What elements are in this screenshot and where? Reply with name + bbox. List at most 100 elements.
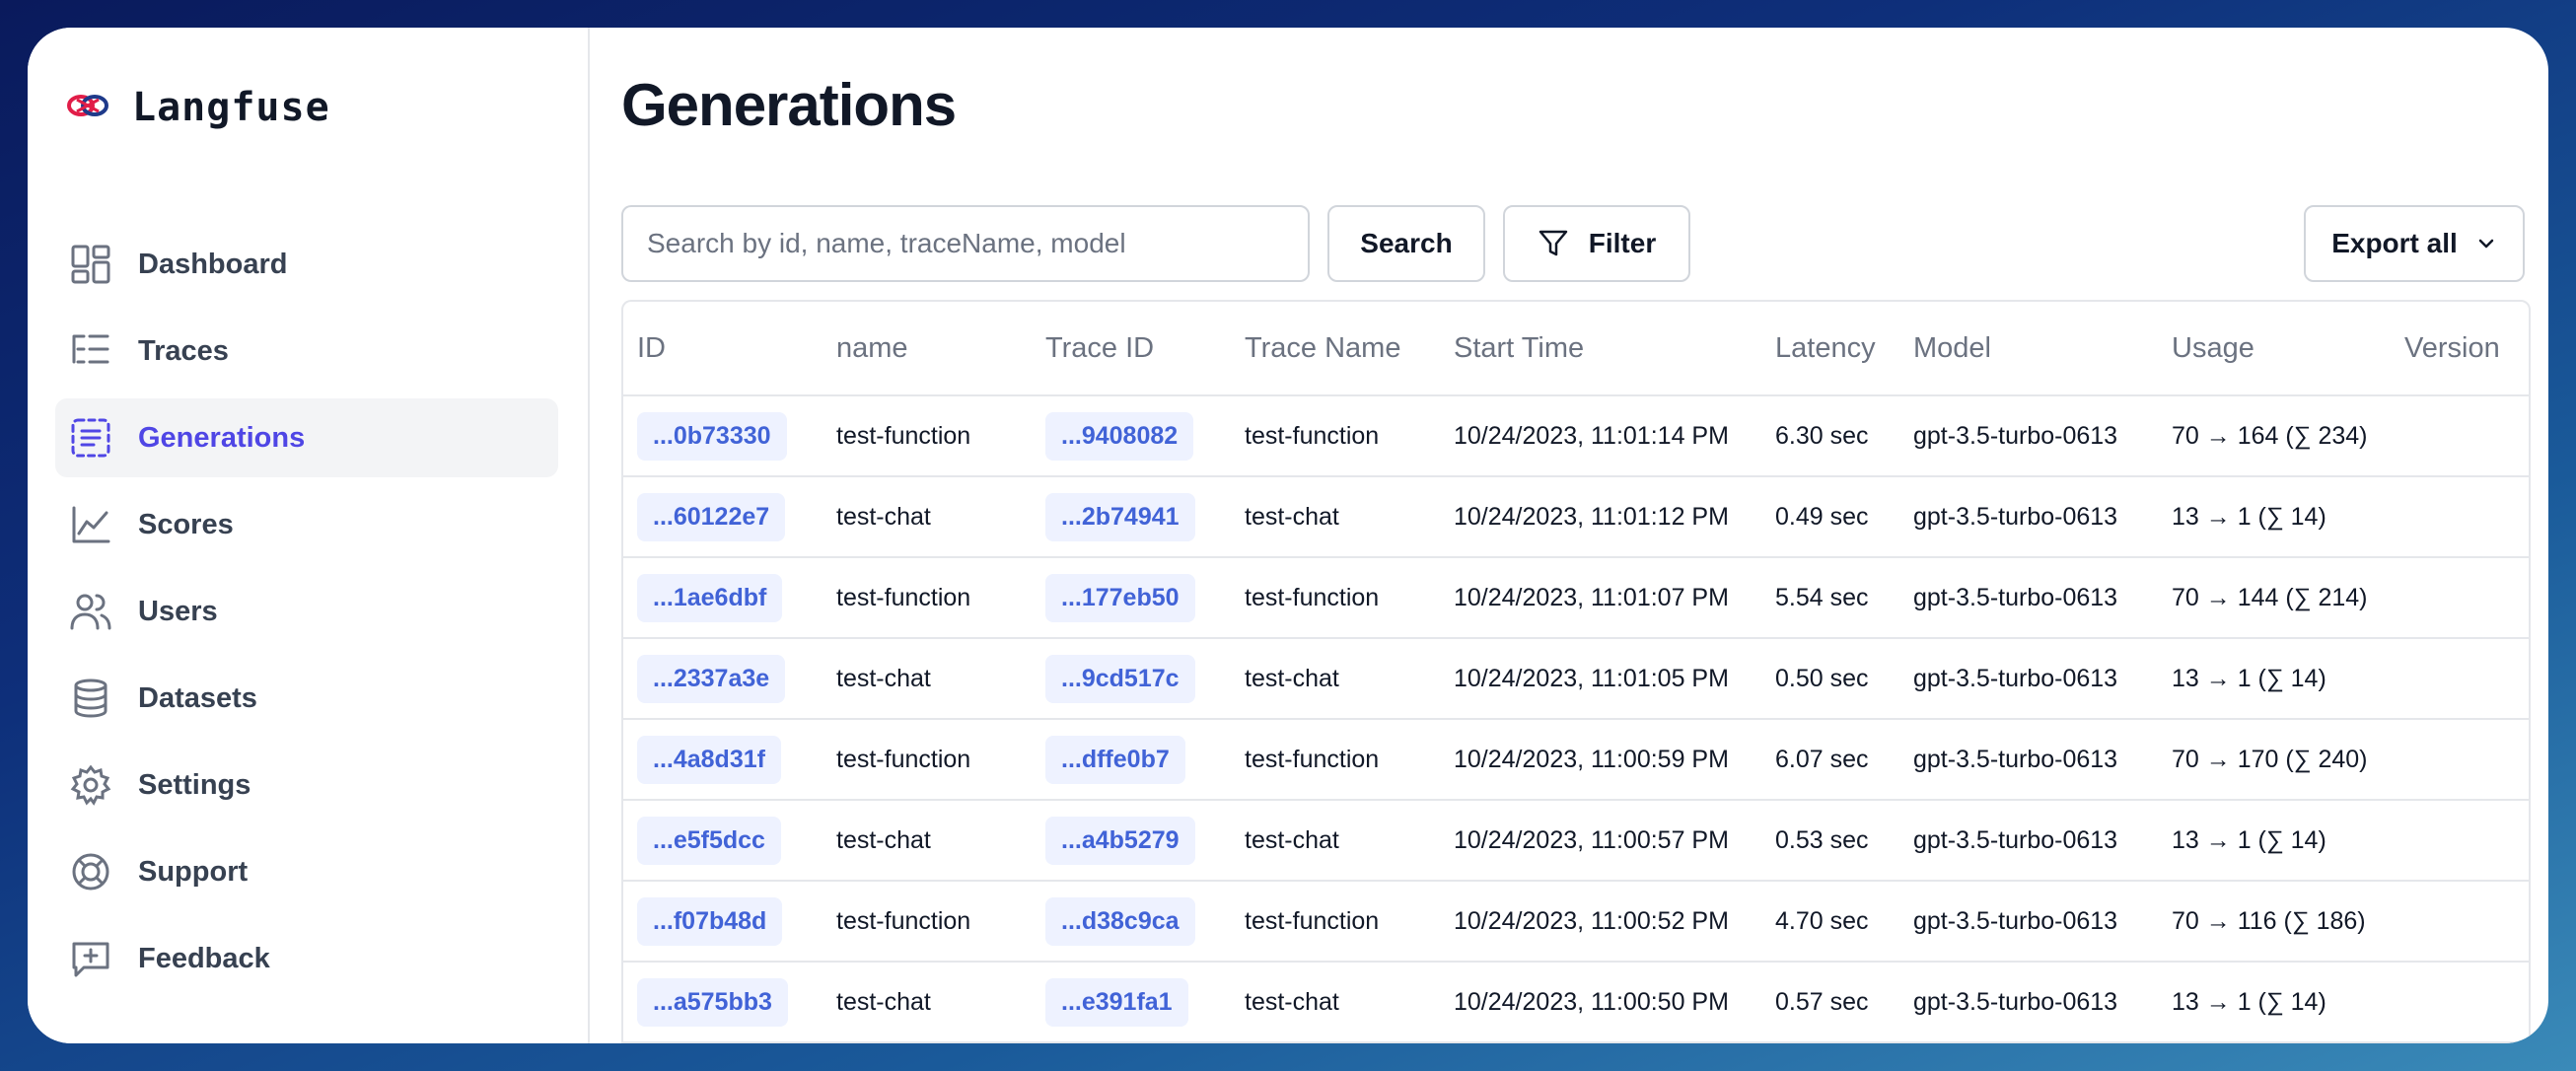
langfuse-logo-icon (67, 92, 108, 124)
column-header-id[interactable]: ID (623, 302, 823, 396)
latency-cell: 6.07 sec (1761, 719, 1899, 801)
usage-cell: 70 → 144 (∑ 214) (2158, 557, 2391, 639)
trace-id-link[interactable]: ...d38c9ca (1045, 896, 1195, 946)
latency-cell: 0.57 sec (1761, 962, 1899, 1043)
column-header-model[interactable]: Model (1899, 302, 2158, 396)
name-cell: test-function (823, 719, 1032, 801)
latency-cell: 0.50 sec (1761, 638, 1899, 720)
column-header-version[interactable]: Version (2391, 302, 2529, 396)
sidebar-item-generations[interactable]: Generations (55, 398, 558, 477)
trace-id-link[interactable]: ...a4b5279 (1045, 816, 1195, 865)
search-button-label: Search (1360, 228, 1453, 258)
name-cell: test-function (823, 395, 1032, 477)
table-row[interactable]: ...a575bb3 test-chat ...e391fa1 test-cha… (623, 962, 2529, 1043)
sidebar-item-label: Datasets (138, 681, 257, 714)
sidebar-item-label: Generations (138, 421, 306, 454)
sidebar-item-dashboard[interactable]: Dashboard (55, 225, 558, 304)
table-row[interactable]: ...1ae6dbf test-function ...177eb50 test… (623, 557, 2529, 639)
table-row[interactable]: ...0b73330 test-function ...9408082 test… (623, 395, 2529, 477)
table-row[interactable]: ...2337a3e test-chat ...9cd517c test-cha… (623, 638, 2529, 720)
table-row[interactable]: ...4a8d31f test-function ...dffe0b7 test… (623, 719, 2529, 801)
version-cell (2391, 557, 2529, 639)
table-row[interactable]: ...e5f5dcc test-chat ...a4b5279 test-cha… (623, 800, 2529, 882)
sidebar-item-datasets[interactable]: Datasets (55, 659, 558, 738)
trace-name-cell: test-function (1231, 881, 1440, 963)
column-header-start-time[interactable]: Start Time (1440, 302, 1761, 396)
export-button-label: Export all (2331, 228, 2458, 258)
generation-id-link[interactable]: ...60122e7 (637, 492, 786, 541)
filter-button[interactable]: Filter (1503, 205, 1690, 282)
sidebar-item-label: Feedback (138, 942, 270, 974)
page-title: Generations (621, 72, 957, 138)
column-header-latency[interactable]: Latency (1761, 302, 1899, 396)
users-icon (69, 590, 112, 633)
usage-cell: 70 → 170 (∑ 240) (2158, 719, 2391, 801)
usage-cell: 13 → 1 (∑ 14) (2158, 800, 2391, 882)
latency-cell: 0.53 sec (1761, 800, 1899, 882)
generations-icon (69, 416, 112, 460)
trace-name-cell: test-function (1231, 557, 1440, 639)
usage-cell: 13 → 1 (∑ 14) (2158, 962, 2391, 1043)
column-header-trace-name[interactable]: Trace Name (1231, 302, 1440, 396)
model-cell: gpt-3.5-turbo-0613 (1899, 962, 2158, 1043)
usage-cell: 13 → 1 (∑ 14) (2158, 476, 2391, 558)
usage-cell: 13 → 1 (∑ 14) (2158, 638, 2391, 720)
datasets-icon (69, 677, 112, 720)
trace-id-link[interactable]: ...dffe0b7 (1045, 735, 1185, 784)
version-cell (2391, 881, 2529, 963)
column-header-usage[interactable]: Usage (2158, 302, 2391, 396)
trace-id-link[interactable]: ...9408082 (1045, 411, 1194, 461)
sidebar-item-label: Users (138, 595, 218, 627)
sidebar-item-support[interactable]: Support (55, 832, 558, 911)
filter-icon (1538, 230, 1568, 256)
generation-id-link[interactable]: ...f07b48d (637, 896, 783, 946)
generation-id-link[interactable]: ...4a8d31f (637, 735, 781, 784)
generation-id-link[interactable]: ...1ae6dbf (637, 573, 783, 622)
start-time-cell: 10/24/2023, 11:01:07 PM (1440, 557, 1761, 639)
name-cell: test-chat (823, 800, 1032, 882)
start-time-cell: 10/24/2023, 11:00:52 PM (1440, 881, 1761, 963)
search-input[interactable] (621, 205, 1310, 282)
trace-id-link[interactable]: ...2b74941 (1045, 492, 1195, 541)
sidebar-item-label: Dashboard (138, 248, 288, 280)
sidebar-item-scores[interactable]: Scores (55, 485, 558, 564)
start-time-cell: 10/24/2023, 11:00:59 PM (1440, 719, 1761, 801)
table-row[interactable]: ...60122e7 test-chat ...2b74941 test-cha… (623, 476, 2529, 558)
trace-name-cell: test-function (1231, 395, 1440, 477)
model-cell: gpt-3.5-turbo-0613 (1899, 557, 2158, 639)
sidebar-item-feedback[interactable]: Feedback (55, 919, 558, 998)
column-header-trace-id[interactable]: Trace ID (1032, 302, 1231, 396)
traces-icon (69, 329, 112, 373)
sidebar: Langfuse Dashboard Traces Generations Sc… (28, 28, 590, 1043)
trace-name-cell: test-chat (1231, 638, 1440, 720)
export-all-button[interactable]: Export all (2304, 205, 2525, 282)
version-cell (2391, 800, 2529, 882)
generation-id-link[interactable]: ...a575bb3 (637, 977, 788, 1027)
generations-table: ID name Trace ID Trace Name Start Time L… (621, 300, 2531, 1043)
model-cell: gpt-3.5-turbo-0613 (1899, 395, 2158, 477)
search-button[interactable]: Search (1327, 205, 1485, 282)
dashboard-icon (69, 243, 112, 286)
table-row[interactable]: ...f07b48d test-function ...d38c9ca test… (623, 881, 2529, 963)
model-cell: gpt-3.5-turbo-0613 (1899, 476, 2158, 558)
logo[interactable]: Langfuse (67, 85, 330, 130)
name-cell: test-chat (823, 476, 1032, 558)
sidebar-item-users[interactable]: Users (55, 572, 558, 651)
version-cell (2391, 638, 2529, 720)
trace-name-cell: test-chat (1231, 962, 1440, 1043)
start-time-cell: 10/24/2023, 11:01:05 PM (1440, 638, 1761, 720)
scores-icon (69, 503, 112, 546)
generation-id-link[interactable]: ...0b73330 (637, 411, 787, 461)
column-header-name[interactable]: name (823, 302, 1032, 396)
model-cell: gpt-3.5-turbo-0613 (1899, 800, 2158, 882)
trace-id-link[interactable]: ...9cd517c (1045, 654, 1195, 703)
generation-id-link[interactable]: ...2337a3e (637, 654, 786, 703)
latency-cell: 0.49 sec (1761, 476, 1899, 558)
generation-id-link[interactable]: ...e5f5dcc (637, 816, 781, 865)
sidebar-item-settings[interactable]: Settings (55, 746, 558, 824)
trace-name-cell: test-chat (1231, 800, 1440, 882)
trace-id-link[interactable]: ...177eb50 (1045, 573, 1195, 622)
sidebar-item-traces[interactable]: Traces (55, 312, 558, 391)
trace-id-link[interactable]: ...e391fa1 (1045, 977, 1188, 1027)
latency-cell: 4.70 sec (1761, 881, 1899, 963)
